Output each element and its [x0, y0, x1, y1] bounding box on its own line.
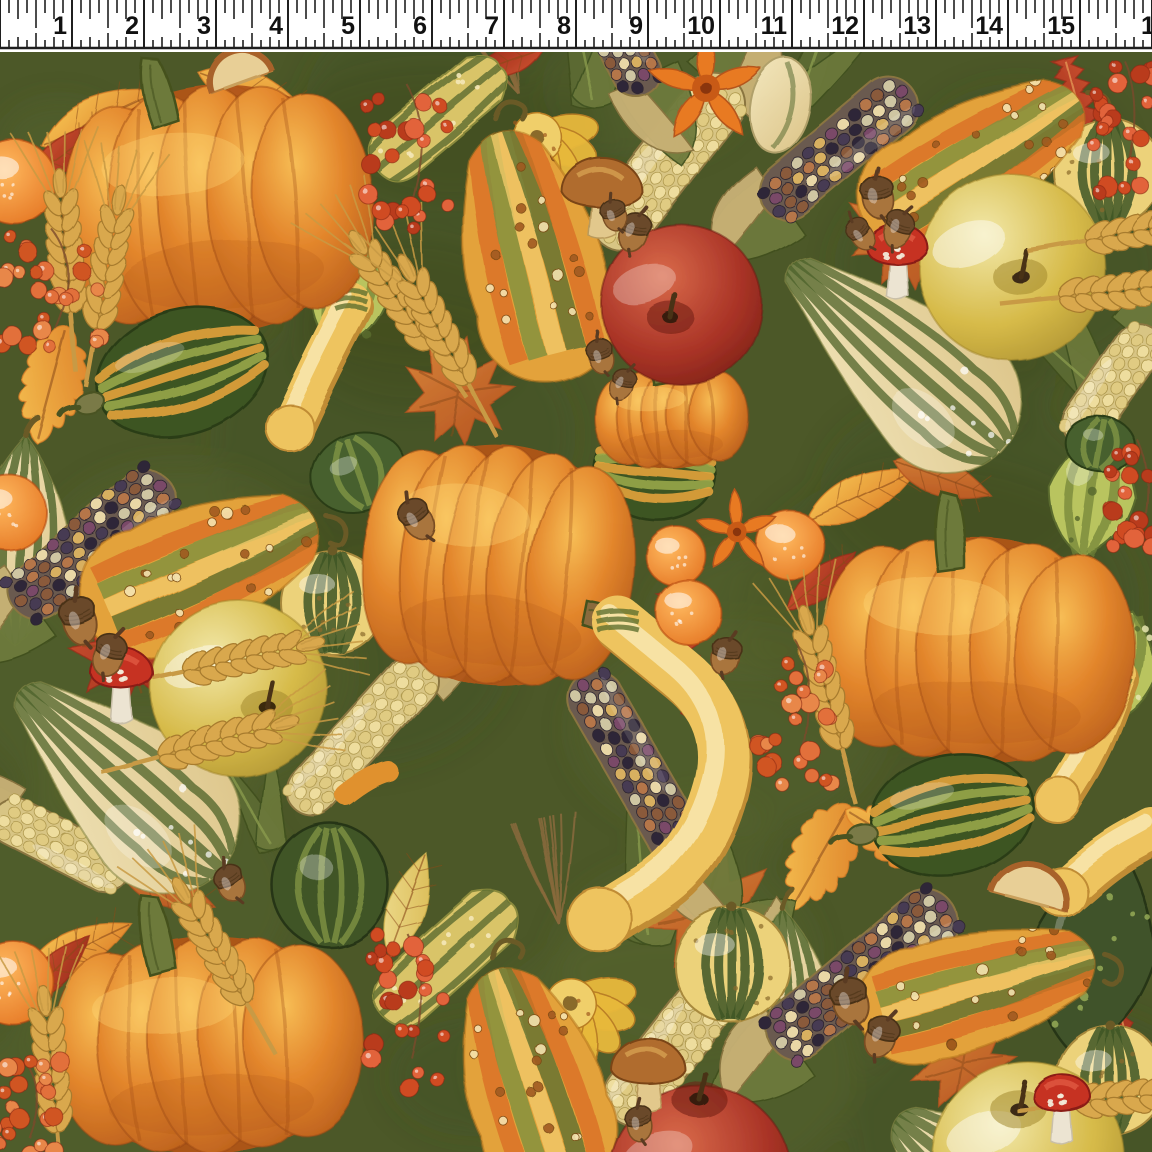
ruler-number: 7	[485, 12, 499, 40]
ruler-number: 14	[975, 12, 1003, 40]
ruler-number: 4	[269, 12, 283, 40]
physalis	[656, 580, 720, 644]
inch-ruler: 12345678910111213141516	[0, 0, 1152, 52]
fabric-swatch-photo: 12345678910111213141516	[0, 0, 1152, 1152]
ruler-number: 15	[1047, 12, 1075, 40]
ruler-number: 10	[687, 12, 715, 40]
ruler-number: 5	[341, 12, 355, 40]
ruler-number: 9	[629, 12, 643, 40]
ruler-number: 12	[831, 12, 859, 40]
ruler-number: 2	[125, 12, 139, 40]
ruler-number: 1	[53, 12, 67, 40]
fabric-pattern	[0, 0, 1152, 1152]
ruler-number: 8	[557, 12, 571, 40]
ruler-number: 13	[903, 12, 931, 40]
yellow-apple	[919, 175, 1105, 361]
ruler-number: 3	[197, 12, 211, 40]
ruler-number: 6	[413, 12, 427, 40]
physalis	[646, 526, 706, 586]
ruler-number-partial: 16	[1141, 12, 1152, 40]
ruler-number: 11	[761, 12, 788, 40]
